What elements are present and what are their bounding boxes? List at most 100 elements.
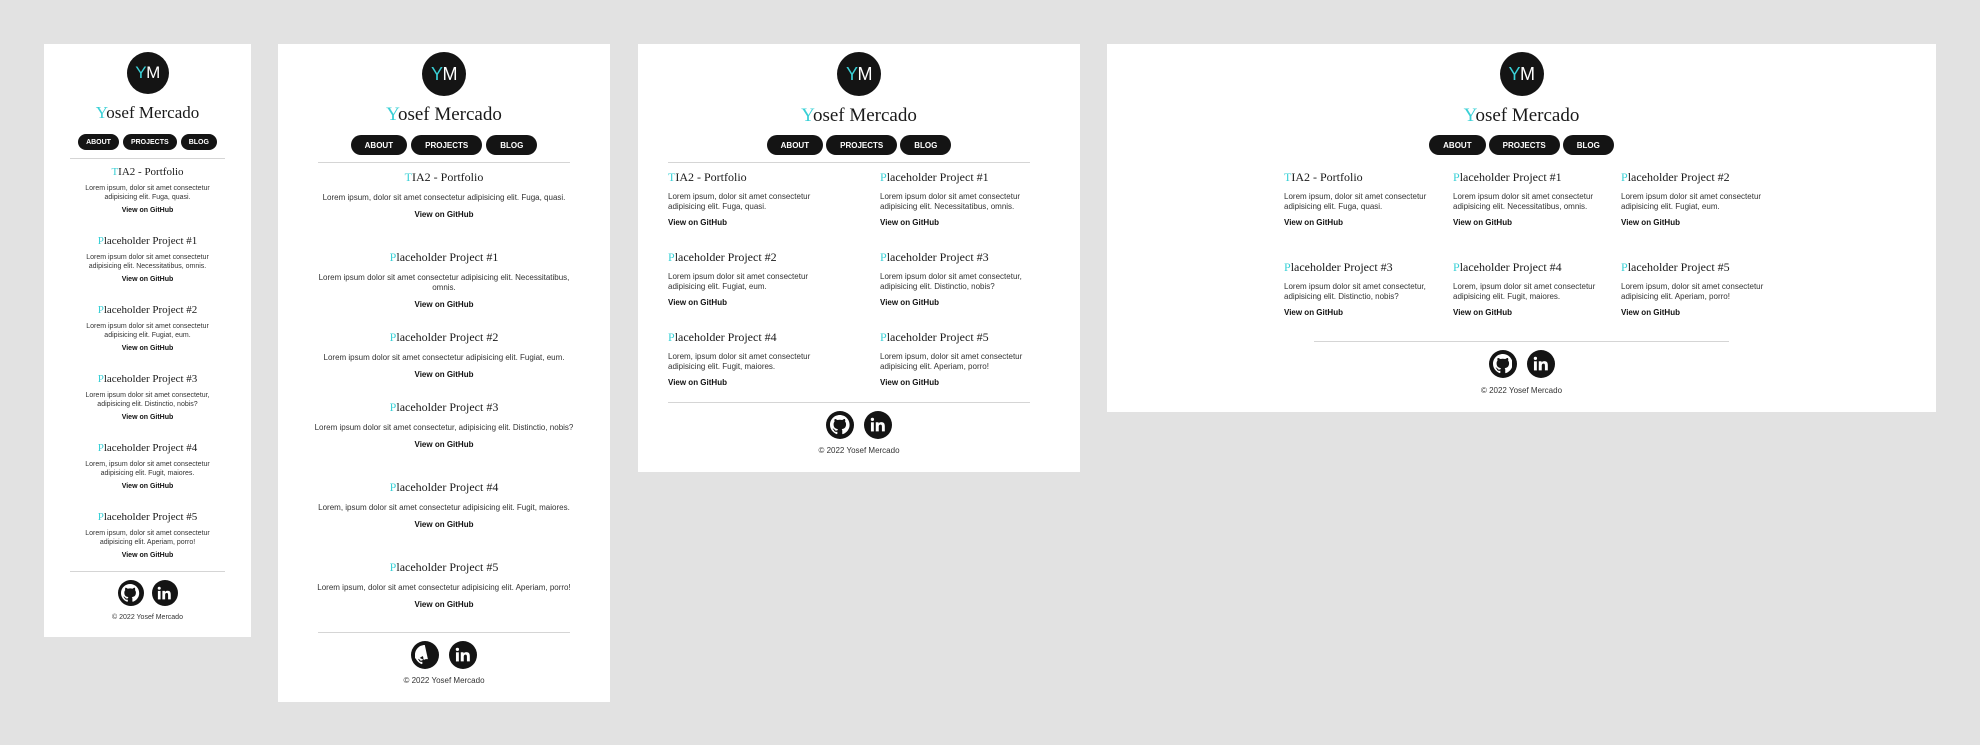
nav-about-button[interactable]: ABOUT (1429, 135, 1486, 155)
view-on-github-link[interactable]: View on GitHub (70, 552, 225, 559)
project-description: Lorem ipsum dolor sit amet consectetur a… (318, 273, 570, 292)
view-on-github-link[interactable]: View on GitHub (314, 440, 574, 449)
project-card: Placeholder Project #3 Lorem ipsum dolor… (880, 250, 1050, 307)
viewport-mobile-wide: YM Yosef Mercado ABOUT PROJECTS BLOG TIA… (278, 44, 610, 702)
view-on-github-link[interactable]: View on GitHub (314, 600, 574, 609)
project-card: Placeholder Project #5 Lorem ipsum, dolo… (314, 560, 574, 609)
view-on-github-link[interactable]: View on GitHub (1621, 218, 1781, 227)
view-on-github-link[interactable]: View on GitHub (314, 520, 574, 529)
main-nav: ABOUT PROJECTS BLOG (638, 135, 1080, 155)
project-card: Placeholder Project #4 Lorem, ipsum dolo… (668, 330, 838, 387)
viewport-tablet: YM Yosef Mercado ABOUT PROJECTS BLOG TIA… (638, 44, 1080, 472)
nav-about-button[interactable]: ABOUT (766, 135, 824, 155)
project-description: Lorem ipsum, dolor sit amet consectetur … (85, 185, 210, 201)
view-on-github-link[interactable]: View on GitHub (668, 298, 838, 307)
linkedin-icon[interactable] (151, 580, 178, 606)
site-name: Yosef Mercado (801, 105, 917, 126)
view-on-github-link[interactable]: View on GitHub (668, 378, 838, 387)
github-icon[interactable] (117, 580, 144, 606)
nav-blog-button[interactable]: BLOG (900, 135, 952, 155)
social-links (638, 411, 1080, 439)
nav-about-button[interactable]: ABOUT (350, 135, 408, 155)
github-icon[interactable] (1488, 350, 1517, 378)
view-on-github-link[interactable]: View on GitHub (70, 345, 225, 352)
logo-badge[interactable]: YM (422, 52, 466, 96)
view-on-github-link[interactable]: View on GitHub (880, 298, 1050, 307)
viewport-mobile-narrow: YM Yosef Mercado ABOUT PROJECTS BLOG TIA… (44, 44, 251, 637)
view-on-github-link[interactable]: View on GitHub (880, 218, 1050, 227)
copyright-text: © 2022 Yosef Mercado (112, 614, 183, 621)
copyright-text: © 2022 Yosef Mercado (818, 446, 900, 455)
view-on-github-link[interactable]: View on GitHub (314, 370, 574, 379)
linkedin-icon[interactable] (1526, 350, 1555, 378)
view-on-github-link[interactable]: View on GitHub (1284, 308, 1444, 317)
view-on-github-link[interactable]: View on GitHub (70, 483, 225, 490)
project-card: Placeholder Project #4 Lorem, ipsum dolo… (314, 480, 574, 529)
view-on-github-link[interactable]: View on GitHub (314, 210, 574, 219)
logo-badge[interactable]: YM (126, 52, 169, 94)
project-card: Placeholder Project #3 Lorem ipsum dolor… (314, 400, 574, 449)
footer-divider (668, 402, 1030, 403)
site-name: Yosef Mercado (386, 104, 502, 125)
project-description: Lorem ipsum, dolor sit amet consectetur … (85, 530, 210, 546)
view-on-github-link[interactable]: View on GitHub (668, 218, 838, 227)
nav-blog-button[interactable]: BLOG (180, 134, 217, 150)
view-on-github-link[interactable]: View on GitHub (1621, 308, 1781, 317)
linkedin-icon[interactable] (449, 641, 477, 669)
project-title: Placeholder Project #3 (1284, 260, 1393, 274)
view-on-github-link[interactable]: View on GitHub (1453, 218, 1613, 227)
view-on-github-link[interactable]: View on GitHub (1453, 308, 1613, 317)
project-description: Lorem ipsum, dolor sit amet consectetur … (317, 583, 571, 592)
nav-projects-button[interactable]: PROJECTS (1488, 135, 1560, 155)
project-description: Lorem ipsum dolor sit amet consectetur a… (86, 254, 209, 270)
project-card: Placeholder Project #3 Lorem ipsum dolor… (1284, 260, 1444, 317)
project-title: Placeholder Project #3 (880, 250, 989, 264)
project-card: Placeholder Project #5 Lorem ipsum, dolo… (70, 511, 225, 559)
project-title: Placeholder Project #5 (389, 560, 499, 574)
project-title: Placeholder Project #5 (97, 511, 198, 523)
header-divider (70, 158, 225, 159)
project-description: Lorem ipsum dolor sit amet consectetur, … (1284, 282, 1426, 301)
project-title: Placeholder Project #5 (1621, 260, 1730, 274)
project-title: Placeholder Project #2 (97, 304, 198, 316)
nav-blog-button[interactable]: BLOG (1562, 135, 1614, 155)
github-icon[interactable] (826, 411, 854, 439)
project-description: Lorem ipsum dolor sit amet consectetur a… (323, 353, 565, 362)
project-description: Lorem ipsum dolor sit amet consectetur a… (1453, 192, 1594, 211)
project-description: Lorem ipsum, dolor sit amet consectetur … (322, 193, 566, 202)
project-title: Placeholder Project #3 (389, 400, 499, 414)
project-card: Placeholder Project #5 Lorem ipsum, dolo… (1621, 260, 1781, 317)
project-title: Placeholder Project #1 (880, 170, 989, 184)
project-card: TIA2 - Portfolio Lorem ipsum, dolor sit … (668, 170, 838, 227)
project-description: Lorem ipsum, dolor sit amet consectetur … (1284, 192, 1427, 211)
footer-divider (1314, 341, 1729, 342)
nav-blog-button[interactable]: BLOG (486, 135, 538, 155)
view-on-github-link[interactable]: View on GitHub (70, 207, 225, 214)
project-title: Placeholder Project #1 (97, 235, 198, 247)
project-title: Placeholder Project #4 (1453, 260, 1562, 274)
project-title: Placeholder Project #2 (668, 250, 777, 264)
view-on-github-link[interactable]: View on GitHub (70, 276, 225, 283)
project-card: Placeholder Project #2 Lorem ipsum dolor… (1621, 170, 1781, 227)
github-icon[interactable] (411, 641, 439, 669)
header-divider (668, 162, 1030, 163)
logo-badge[interactable]: YM (837, 52, 881, 96)
project-description: Lorem ipsum dolor sit amet consectetur, … (880, 272, 1022, 291)
view-on-github-link[interactable]: View on GitHub (1284, 218, 1444, 227)
view-on-github-link[interactable]: View on GitHub (70, 414, 225, 421)
project-description: Lorem ipsum dolor sit amet consectetur a… (880, 192, 1021, 211)
nav-about-button[interactable]: ABOUT (78, 134, 119, 150)
view-on-github-link[interactable]: View on GitHub (880, 378, 1050, 387)
view-on-github-link[interactable]: View on GitHub (314, 300, 574, 309)
logo-badge[interactable]: YM (1499, 52, 1544, 96)
linkedin-icon[interactable] (864, 411, 892, 439)
project-title: Placeholder Project #4 (668, 330, 777, 344)
project-description: Lorem ipsum dolor sit amet consectetur, … (85, 392, 210, 408)
main-nav: ABOUT PROJECTS BLOG (278, 135, 610, 155)
social-links (1107, 350, 1936, 378)
nav-projects-button[interactable]: PROJECTS (826, 135, 898, 155)
nav-projects-button[interactable]: PROJECTS (411, 135, 483, 155)
project-card: Placeholder Project #2 Lorem ipsum dolor… (314, 330, 574, 379)
project-card: Placeholder Project #3 Lorem ipsum dolor… (70, 373, 225, 421)
nav-projects-button[interactable]: PROJECTS (122, 134, 177, 150)
